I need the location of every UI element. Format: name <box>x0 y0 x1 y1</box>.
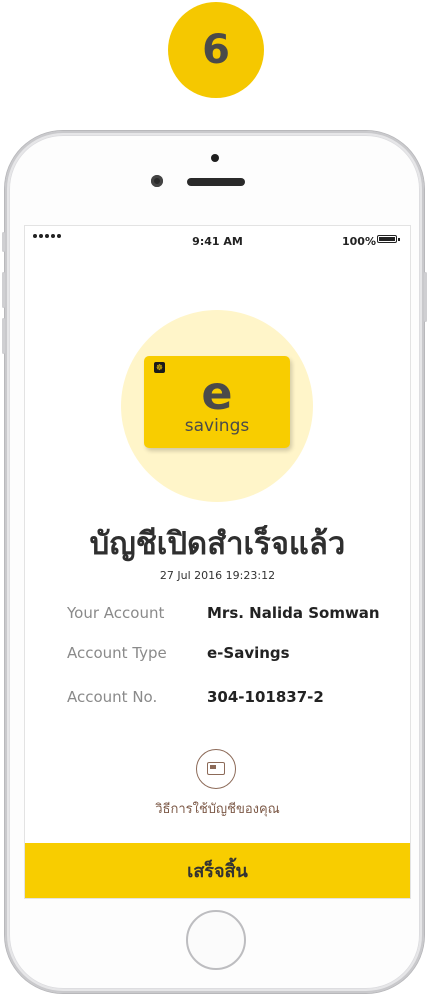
finish-button-label: เสร็จสิ้น <box>187 861 248 882</box>
finish-button[interactable]: เสร็จสิ้น <box>25 843 410 898</box>
battery-icon <box>377 235 400 243</box>
card-word: savings <box>184 416 250 436</box>
detail-label: Account No. <box>67 688 158 706</box>
phone-screen: 9:41 AM 100% ☸ e savings บัญชีเปิดสำเร็จ… <box>25 226 410 898</box>
detail-label: Account Type <box>67 644 167 662</box>
front-camera <box>151 175 163 187</box>
earpiece-speaker <box>187 178 245 186</box>
mute-switch <box>2 232 5 252</box>
volume-up-button <box>2 272 5 308</box>
power-button <box>424 272 427 322</box>
volume-down-button <box>2 318 5 354</box>
detail-label: Your Account <box>67 604 165 622</box>
success-title: บัญชีเปิดสำเร็จแล้ว <box>89 526 346 562</box>
step-number: 6 <box>202 27 230 73</box>
card-glyph <box>207 762 225 775</box>
detail-value: e-Savings <box>207 644 290 662</box>
detail-value: Mrs. Nalida Somwan <box>207 604 380 622</box>
success-timestamp: 27 Jul 2016 19:23:12 <box>159 569 276 582</box>
account-guide-link[interactable]: วิธีการใช้บัญชีของคุณ <box>25 798 410 819</box>
step-number-badge: 6 <box>168 2 264 98</box>
detail-value: 304-101837-2 <box>207 688 324 706</box>
status-bar: 9:41 AM 100% <box>25 226 410 254</box>
e-savings-card-image: ☸ e savings <box>144 356 290 448</box>
card-icon[interactable] <box>196 749 236 789</box>
card-letter: e <box>201 366 233 420</box>
proximity-sensor <box>211 154 219 162</box>
home-button[interactable] <box>186 910 246 970</box>
battery-percent: 100% <box>342 235 376 248</box>
